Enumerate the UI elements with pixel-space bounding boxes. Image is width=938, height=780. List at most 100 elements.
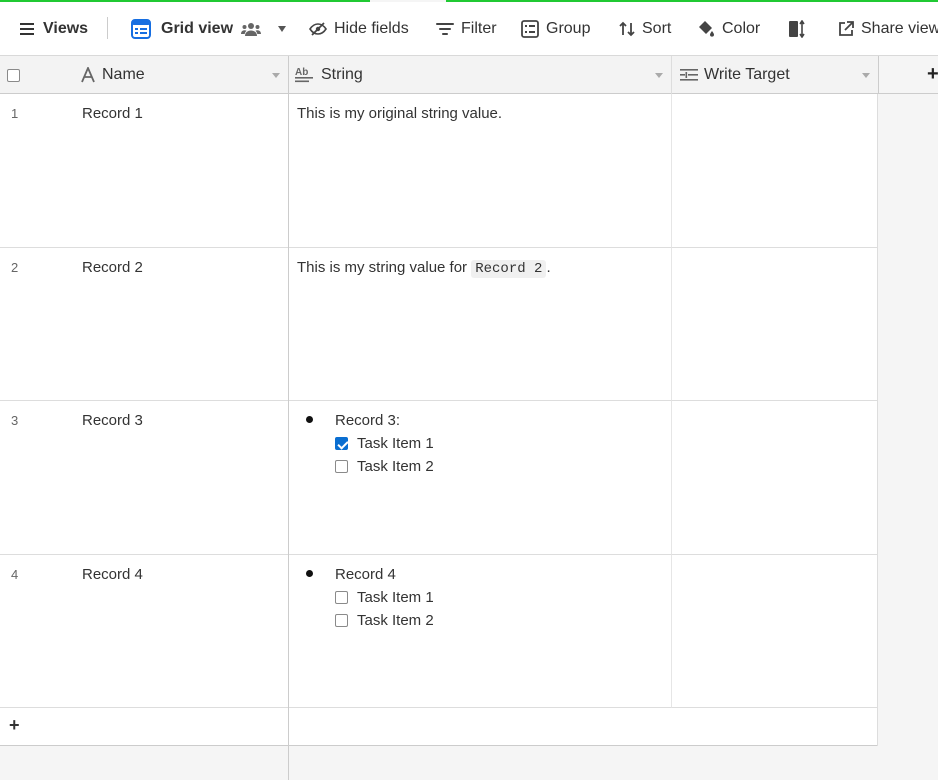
column-write-target-label: Write Target (704, 66, 790, 83)
rich-text-field-icon (680, 69, 698, 81)
inline-code: Record 2 (471, 260, 547, 278)
views-label: Views (43, 19, 89, 37)
column-name-label: Name (102, 66, 145, 83)
task-item[interactable]: Task Item 1 (335, 435, 434, 452)
record-name: Record 1 (82, 105, 143, 122)
chevron-down-icon[interactable] (655, 73, 663, 78)
row-primary-cell[interactable]: 3 Record 3 (0, 401, 288, 555)
svg-text:Ab: Ab (295, 67, 308, 78)
column-string-label: String (321, 66, 363, 83)
chevron-down-icon[interactable] (272, 73, 280, 78)
filter-button[interactable]: Filter (436, 2, 497, 55)
row-number: 3 (11, 413, 19, 428)
toolbar-divider (107, 17, 108, 39)
row-height-button[interactable] (789, 2, 805, 55)
hide-fields-label: Hide fields (334, 19, 409, 37)
hamburger-icon (20, 22, 34, 35)
record-name: Record 4 (82, 566, 143, 583)
hide-eye-slash-icon (309, 21, 327, 36)
text-field-icon (81, 67, 95, 83)
row-number: 2 (11, 260, 19, 275)
row-primary-cell[interactable]: 2 Record 2 (0, 248, 288, 401)
sort-arrows-icon (619, 21, 635, 36)
add-field-button[interactable]: + (878, 56, 938, 94)
task-item[interactable]: Task Item 2 (335, 458, 434, 475)
write-target-cell[interactable] (671, 401, 878, 555)
views-button[interactable]: Views (20, 2, 88, 55)
share-view-button[interactable]: Share view (838, 2, 938, 55)
group-icon (521, 19, 539, 38)
add-field-symbol: + (927, 63, 938, 85)
string-cell[interactable]: This is my original string value. (289, 94, 671, 248)
share-external-icon (839, 20, 854, 36)
write-target-cell[interactable] (671, 94, 878, 248)
task-label: Task Item 1 (357, 589, 434, 606)
view-toolbar: Views Grid view Hide fields Filter Group… (0, 2, 938, 56)
string-cell[interactable]: This is my string value for Record 2. (289, 248, 671, 401)
task-checkbox[interactable] (335, 614, 348, 627)
task-label: Task Item 2 (357, 458, 434, 475)
string-value: This is my original string value. (297, 105, 503, 122)
string-cell[interactable]: Record 3: Task Item 1 Task Item 2 (289, 401, 671, 555)
string-value: This is my string value for Record 2. (297, 259, 551, 278)
task-label: Task Item 1 (357, 435, 434, 452)
row-number: 4 (11, 567, 19, 582)
table-row[interactable]: 1 Record 1 This is my original string va… (0, 94, 878, 248)
table-row[interactable]: 3 Record 3 Record 3: Task Item 1 Task It… (0, 401, 878, 555)
write-target-cell[interactable] (671, 555, 878, 708)
task-item[interactable]: Task Item 1 (335, 589, 434, 606)
share-view-label: Share view (861, 19, 938, 37)
grid-right-edge (877, 94, 878, 746)
select-all-checkbox[interactable] (7, 68, 20, 82)
app-root: Views Grid view Hide fields Filter Group… (0, 0, 938, 780)
group-button[interactable]: Group (521, 2, 590, 55)
collaborative-people-icon (241, 22, 262, 36)
chevron-down-icon (278, 25, 287, 32)
record-name: Record 3 (82, 412, 143, 429)
view-name: Grid view (161, 19, 234, 37)
column-header-string[interactable]: Ab String (289, 56, 671, 94)
table-row[interactable]: 2 Record 2 This is my string value for R… (0, 248, 878, 401)
view-switcher-button[interactable]: Grid view (131, 2, 287, 55)
row-primary-cell[interactable]: 4 Record 4 (0, 555, 288, 708)
grid-header: Name Ab String Write Target (0, 56, 878, 94)
add-record-left-cell[interactable]: + (0, 708, 288, 746)
string-text-prefix: This is my string value for (297, 259, 472, 276)
hide-fields-button[interactable]: Hide fields (309, 2, 409, 55)
chevron-down-icon[interactable] (862, 73, 870, 78)
row-height-icon (789, 19, 805, 38)
bullet-marker (306, 570, 313, 577)
bullet-text: Record 4 (335, 566, 396, 583)
bullet-text: Record 3: (335, 412, 401, 429)
task-checkbox-checked[interactable] (335, 437, 348, 450)
task-item[interactable]: Task Item 2 (335, 612, 434, 629)
string-cell[interactable]: Record 4 Task Item 1 Task Item 2 (289, 555, 671, 708)
add-record-symbol: + (9, 715, 20, 735)
sort-label: Sort (642, 19, 672, 37)
row-primary-cell[interactable]: 1 Record 1 (0, 94, 288, 248)
record-name: Record 2 (82, 259, 143, 276)
column-header-write-target[interactable]: Write Target (671, 56, 878, 94)
sort-button[interactable]: Sort (619, 2, 671, 55)
add-record-row[interactable]: + (0, 708, 878, 746)
task-checkbox[interactable] (335, 460, 348, 473)
add-record-right-cell[interactable] (289, 708, 878, 746)
table-row[interactable]: 4 Record 4 Record 4 Task Item 1 Task Ite… (0, 555, 878, 708)
task-checkbox[interactable] (335, 591, 348, 604)
row-number: 1 (11, 106, 19, 121)
grid-view-icon (131, 18, 151, 39)
paint-bucket-icon (699, 20, 714, 37)
select-all-cell (0, 56, 80, 94)
write-target-cell[interactable] (671, 248, 878, 401)
color-button[interactable]: Color (697, 2, 760, 55)
group-label: Group (546, 19, 591, 37)
filter-label: Filter (461, 19, 497, 37)
task-label: Task Item 2 (357, 612, 434, 629)
column-header-name[interactable]: Name (80, 56, 288, 94)
string-text-suffix: . (546, 259, 551, 276)
filter-icon (436, 22, 454, 35)
color-label: Color (722, 19, 761, 37)
bullet-marker (306, 416, 313, 423)
grid-pane-divider (288, 56, 289, 780)
long-text-field-icon: Ab (295, 67, 313, 83)
